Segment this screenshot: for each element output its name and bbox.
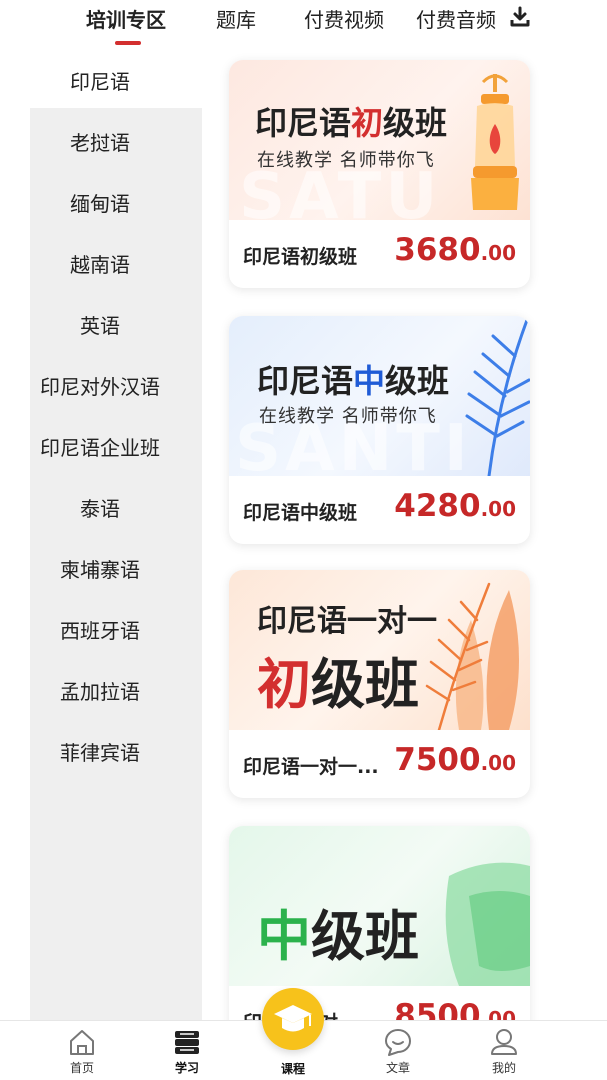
nav-courses-label: 课程 <box>280 1062 305 1076</box>
sidebar-item-indonesia-chinese[interactable]: 印尼对外汉语 <box>0 371 200 400</box>
tab-paid-audio[interactable]: 付费音频 <box>416 4 496 33</box>
leaf-decoration-icon <box>425 582 519 730</box>
nav-me[interactable]: 我的 <box>474 1027 534 1076</box>
home-icon <box>70 1030 94 1055</box>
nav-home[interactable]: 首页 <box>52 1027 112 1076</box>
sidebar-item-bengali[interactable]: 孟加拉语 <box>0 676 200 705</box>
course-card[interactable]: SANTI 印尼语中级班 在线教学 名师带你飞 印尼语中级班 4280.00 <box>229 316 530 544</box>
banner-title: 中级班 <box>257 905 419 968</box>
nav-study-label: 学习 <box>174 1061 199 1075</box>
course-card[interactable]: 印尼语一对一 初级班 印尼语一对一... 7500.00 <box>229 570 530 798</box>
sidebar-item-burmese[interactable]: 缅甸语 <box>0 188 200 217</box>
course-banner: 中级班 <box>229 826 530 986</box>
nav-courses-button[interactable] <box>262 988 324 1050</box>
banner-subtitle: 在线教学 名师带你飞 <box>259 406 437 427</box>
course-banner: 印尼语一对一 初级班 <box>229 570 530 730</box>
course-price: 4280.00 <box>394 488 516 524</box>
course-title: 印尼语初级班 <box>243 246 358 268</box>
nav-study[interactable]: 学习 <box>157 1027 217 1076</box>
nav-home-label: 首页 <box>69 1061 94 1075</box>
tab-paid-video[interactable]: 付费视频 <box>304 4 384 33</box>
sidebar-item-filipino[interactable]: 菲律宾语 <box>0 737 200 766</box>
banner-title-line2: 初级班 <box>257 653 419 716</box>
course-banner: SATU 印尼语初级班 在线教学 名师带你飞 <box>229 60 530 220</box>
tab-training[interactable]: 培训专区 <box>86 4 166 33</box>
chat-bubble-icon <box>385 1029 411 1056</box>
course-price: 7500.00 <box>394 742 516 778</box>
course-price: 3680.00 <box>394 232 516 268</box>
sidebar-item-indonesian-corporate[interactable]: 印尼语企业班 <box>0 432 200 461</box>
graduation-cap-icon <box>274 1005 312 1032</box>
top-tab-bar: 培训专区 题库 付费视频 付费音频 <box>0 0 607 50</box>
banner-title: 印尼语中级班 <box>257 362 450 400</box>
course-title: 印尼语一对一... <box>243 756 379 778</box>
sidebar-item-lao[interactable]: 老挝语 <box>0 127 200 156</box>
nav-me-label: 我的 <box>491 1061 516 1075</box>
banner-title: 印尼语初级班 <box>255 104 448 142</box>
banner-subtitle: 在线教学 名师带你飞 <box>257 150 435 171</box>
active-tab-indicator <box>115 41 141 45</box>
lantern-icon <box>471 74 519 210</box>
download-icon[interactable] <box>509 6 531 28</box>
course-banner: SANTI 印尼语中级班 在线教学 名师带你飞 <box>229 316 530 476</box>
sidebar-item-khmer[interactable]: 柬埔寨语 <box>0 554 200 583</box>
nav-articles-label: 文章 <box>385 1061 410 1075</box>
course-title: 印尼语中级班 <box>243 502 358 524</box>
sidebar-item-english[interactable]: 英语 <box>0 310 200 339</box>
sidebar-item-indonesian[interactable]: 印尼语 <box>0 66 200 95</box>
banner-title-line1: 印尼语一对一 <box>257 604 437 639</box>
sidebar-item-spanish[interactable]: 西班牙语 <box>0 615 200 644</box>
tab-question-bank[interactable]: 题库 <box>216 4 256 33</box>
leaf-decoration-icon <box>465 318 530 476</box>
sidebar-item-thai[interactable]: 泰语 <box>0 493 200 522</box>
course-card[interactable]: SATU 印尼语初级班 在线教学 名师带你飞 印尼语初级班 3680.00 <box>229 60 530 288</box>
nav-articles[interactable]: 文章 <box>368 1027 428 1076</box>
book-icon <box>175 1031 199 1054</box>
sidebar-item-vietnamese[interactable]: 越南语 <box>0 249 200 278</box>
user-icon <box>491 1029 517 1055</box>
leaf-decoration-icon <box>445 862 530 986</box>
